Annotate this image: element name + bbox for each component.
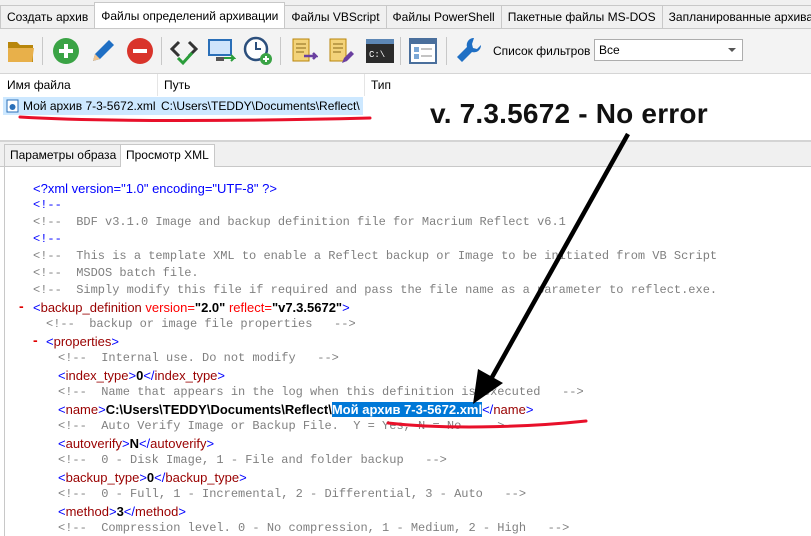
command-prompt-icon[interactable]: C:\ [364, 35, 396, 67]
filter-dropdown[interactable]: Все [594, 39, 743, 61]
tab-create-archive[interactable]: Создать архив [0, 5, 96, 28]
column-header-filename[interactable]: Имя файла [7, 78, 71, 92]
xml-check-icon[interactable] [168, 35, 200, 67]
filter-list-label: Список фильтров [493, 44, 591, 58]
xml-comment: <!-- Internal use. Do not modify --> [58, 351, 339, 365]
xml-comment: <!-- [33, 198, 62, 212]
xml-comment: <!-- [33, 232, 62, 246]
detail-tab-bar: Параметры образа Просмотр XML [0, 142, 811, 168]
xml-comment: <!-- 0 - Disk Image, 1 - File and folder… [58, 453, 447, 467]
toolbar: C:\ Список фильтров Все [0, 29, 811, 74]
row-path: C:\Users\TEDDY\Documents\Reflect\ [161, 99, 360, 113]
xml-comment: <!-- 0 - Full, 1 - Incremental, 2 - Diff… [58, 487, 527, 501]
tab-scheduled-backups[interactable]: Запланированные архивации [661, 5, 811, 28]
xml-comment: <!-- BDF v3.1.0 Image and backup definit… [33, 215, 566, 229]
selected-text[interactable]: Мой архив 7-3-5672.xml [331, 402, 483, 417]
xml-method: <method>3</method> [58, 504, 186, 519]
main-tab-bar: Создать архив Файлы определений архиваци… [0, 0, 811, 29]
xml-declaration: <?xml version="1.0" encoding="UTF-8" ?> [33, 181, 277, 196]
edit-icon[interactable] [87, 35, 119, 67]
xml-viewer: <?xml version="1.0" encoding="UTF-8" ?> … [4, 167, 811, 536]
tab-xml-view[interactable]: Просмотр XML [120, 144, 215, 168]
xml-comment: <!-- Name that appears in the log when t… [58, 385, 584, 399]
collapse-toggle[interactable]: - [19, 298, 24, 314]
column-header-path[interactable]: Путь [164, 78, 190, 92]
column-header-type[interactable]: Тип [371, 78, 391, 92]
delete-icon[interactable] [124, 35, 156, 67]
tab-definition-files[interactable]: Файлы определений архивации [94, 2, 286, 28]
monitor-arrow-icon[interactable] [205, 35, 237, 67]
xml-comment: <!-- MSDOS batch file. [33, 266, 199, 280]
annotation-label: v. 7.3.5672 - No error [430, 98, 708, 129]
xml-comment: <!-- backup or image file properties --> [46, 317, 356, 331]
clock-add-icon[interactable] [242, 35, 274, 67]
collapse-toggle[interactable]: - [33, 332, 38, 348]
tab-vbscript-files[interactable]: Файлы VBScript [284, 5, 387, 28]
xml-autoverify: <autoverify>N</autoverify> [58, 436, 215, 451]
xml-backup-type: <backup_type>0</backup_type> [58, 470, 247, 485]
xml-file-icon [6, 99, 19, 113]
xml-properties-open: <properties> [46, 334, 119, 349]
filter-dropdown-value: Все [599, 43, 620, 57]
script-edit-icon[interactable] [324, 35, 356, 67]
script-arrow-icon[interactable] [287, 35, 319, 67]
tab-msdos-batch-files[interactable]: Пакетные файлы MS-DOS [500, 5, 663, 28]
tab-image-parameters[interactable]: Параметры образа [4, 144, 123, 166]
svg-text:C:\: C:\ [369, 50, 385, 60]
xml-comment: <!-- Compression level. 0 - No compressi… [58, 521, 570, 535]
xml-comment: <!-- Simply modify this file if required… [33, 283, 718, 297]
xml-comment: <!-- This is a template XML to enable a … [33, 249, 718, 263]
table-row[interactable]: Мой архив 7-3-5672.xml C:\Users\TEDDY\Do… [3, 97, 363, 115]
xml-comment: <!-- Auto Verify Image or Backup File. Y… [58, 419, 505, 433]
xml-backup-definition-open: <backup_definition version="2.0" reflect… [33, 300, 350, 315]
add-icon[interactable] [50, 35, 82, 67]
folder-open-icon[interactable] [5, 35, 37, 67]
file-list-header: Имя файла Путь Тип [0, 74, 811, 97]
row-filename: Мой архив 7-3-5672.xml [23, 99, 156, 113]
chevron-down-icon [726, 43, 738, 57]
window-settings-icon[interactable] [407, 35, 439, 67]
wrench-icon[interactable] [453, 35, 485, 67]
xml-name-element: <name>C:\Users\TEDDY\Documents\Reflect\М… [58, 402, 534, 417]
xml-index-type: <index_type>0</index_type> [58, 368, 226, 383]
tab-powershell-files[interactable]: Файлы PowerShell [385, 5, 502, 28]
